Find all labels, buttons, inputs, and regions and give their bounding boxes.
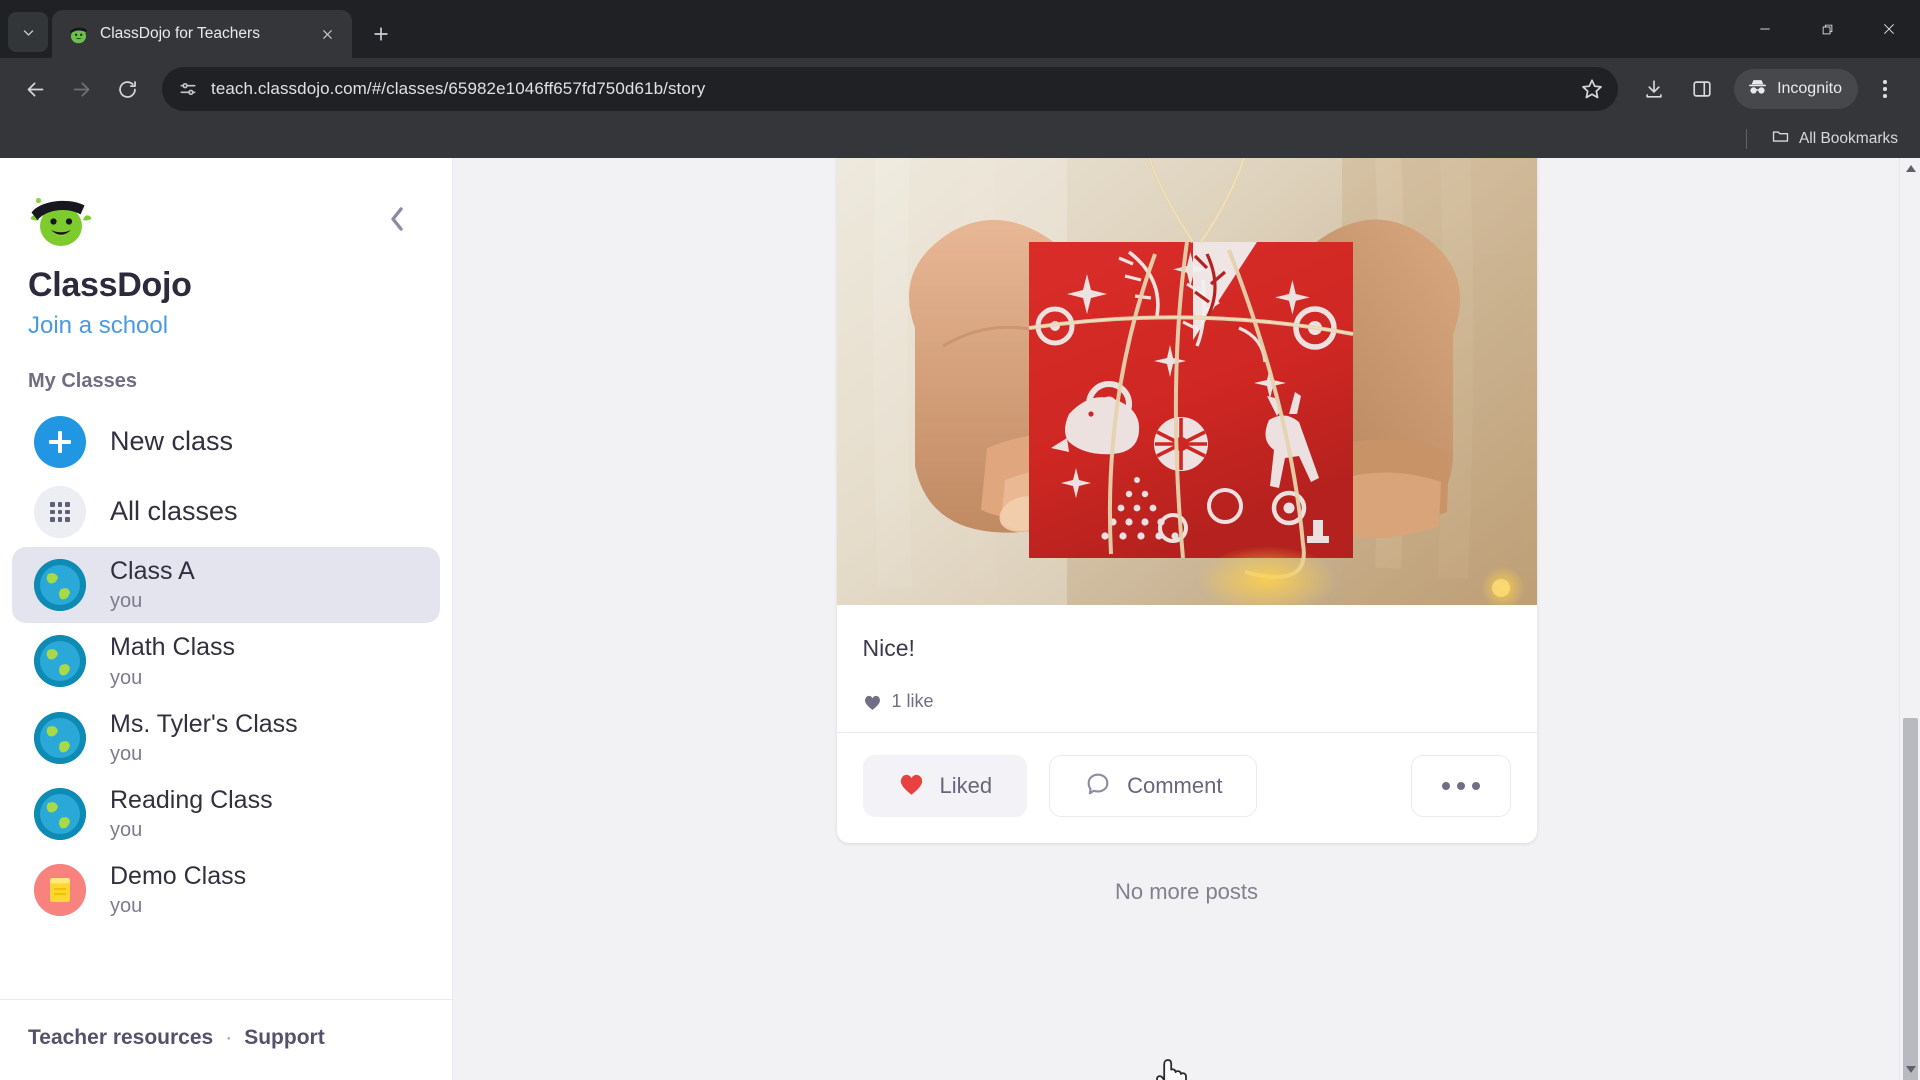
sidebar-item-class-a[interactable]: Class A you [12,547,440,624]
incognito-spy-icon [1746,75,1769,103]
download-icon[interactable] [1632,67,1676,111]
sidebar-item-label: New class [110,426,234,457]
sidebar-item-math-class[interactable]: Math Class you [12,623,440,699]
post-body: Nice! 1 like [837,605,1537,732]
globe-avatar-icon [34,635,86,688]
my-classes-label: My Classes [28,370,137,392]
site-settings-icon[interactable] [178,79,198,99]
sidebar-item-sublabel: you [110,819,143,841]
more-options-button[interactable] [1410,755,1511,818]
all-bookmarks-label: All Bookmarks [1798,130,1898,147]
reload-button[interactable] [106,68,148,110]
all-bookmarks-button[interactable]: All Bookmarks [1763,122,1906,156]
support-link[interactable]: Support [244,1026,324,1050]
sidebar-item-label: Math Class [110,633,236,662]
sidebar-item-label: Class A [110,557,195,585]
browser-window: ClassDojo for Teachers teach.classdojo.c… [0,0,1920,1080]
sidebar-item-label: All classes [110,496,238,527]
comment-button-label: Comment [1127,773,1223,799]
page-scrollbar[interactable] [1899,158,1920,1080]
likes-count-label: 1 like [891,691,934,712]
plus-icon [34,416,86,468]
scroll-up-arrow-icon[interactable] [1900,158,1920,179]
class-story-feed: Nice! 1 like Liked Comment No more posts [453,158,1920,1080]
story-post-card: Nice! 1 like Liked Comment [836,158,1537,844]
sidebar-brand: ClassDojo [28,266,192,304]
notebook-avatar-icon [34,864,86,917]
sidebar-header: ClassDojo Join a school My Classes [0,158,452,393]
sidebar-item-ms-tylers-class[interactable]: Ms. Tyler's Class you [12,700,440,776]
sidebar-item-label: Ms. Tyler's Class [110,709,298,738]
folder-icon [1771,127,1790,151]
classdojo-monster-logo [28,192,94,252]
sidebar-item-new-class[interactable]: New class [12,407,440,477]
end-of-feed-label: No more posts [1114,879,1259,905]
footer-separator: · [225,1026,233,1049]
star-icon[interactable] [1580,77,1604,101]
sidebar-item-label: Demo Class [110,862,247,890]
classdojo-sidebar: ClassDojo Join a school My Classes New c… [0,158,453,1080]
grid-icon [34,486,86,538]
forward-button[interactable] [60,68,102,110]
browser-tab-classdojo[interactable]: ClassDojo for Teachers [52,10,352,58]
classdojo-monster-icon [68,24,89,45]
sidebar-footer: Teacher resources · Support [0,999,452,1080]
like-button[interactable]: Liked [862,755,1028,818]
scroll-down-arrow-icon[interactable] [1900,1059,1920,1080]
post-caption: Nice! [862,635,915,661]
incognito-label: Incognito [1777,80,1842,97]
class-list: New class All classes Class A you Math C… [0,407,452,999]
bookmarks-bar: All Bookmarks [0,120,1920,158]
three-dots-icon [1441,782,1450,791]
page-viewport: ClassDojo Join a school My Classes New c… [0,158,1920,1080]
globe-avatar-icon [34,787,86,840]
post-likes[interactable]: 1 like [863,691,1511,712]
address-bar[interactable]: teach.classdojo.com/#/classes/65982e1046… [162,67,1619,111]
sidebar-item-label: Reading Class [110,785,273,814]
chevron-left-icon[interactable] [378,200,416,238]
comment-button[interactable]: Comment [1049,755,1258,818]
close-window-icon[interactable] [1858,0,1920,58]
heart-filled-icon [863,693,882,711]
back-button[interactable] [14,68,56,110]
new-tab-button[interactable] [362,15,400,53]
sidebar-item-sublabel: you [110,895,143,918]
url-text[interactable]: teach.classdojo.com/#/classes/65982e1046… [211,79,1567,99]
restore-icon[interactable] [1796,0,1858,58]
tab-close-icon[interactable] [314,21,340,47]
sidebar-item-sublabel: you [110,590,143,613]
scrollbar-thumb[interactable] [1903,718,1918,1080]
speech-bubble-icon [1084,770,1112,803]
tab-search-icon[interactable] [8,12,48,52]
mouse-cursor [1156,1058,1190,1080]
join-school-link[interactable]: Join a school [28,312,452,340]
heart-red-icon [898,771,925,801]
post-actions: Liked Comment [836,732,1537,843]
tab-strip: ClassDojo for Teachers [0,0,1920,58]
browser-toolbar: teach.classdojo.com/#/classes/65982e1046… [0,58,1920,120]
sidebar-item-all-classes[interactable]: All classes [12,477,440,547]
side-panel-icon[interactable] [1680,67,1724,111]
incognito-indicator[interactable]: Incognito [1734,69,1858,109]
globe-avatar-icon [34,559,86,612]
sidebar-item-demo-class[interactable]: Demo Class you [12,852,440,928]
tab-title: ClassDojo for Teachers [100,25,260,42]
sidebar-item-sublabel: you [110,666,143,689]
post-image[interactable] [836,158,1537,605]
window-controls [1734,0,1920,58]
bookmarks-divider [1745,129,1747,149]
three-dot-menu-icon[interactable] [1864,68,1906,110]
sidebar-item-reading-class[interactable]: Reading Class you [12,776,440,852]
globe-avatar-icon [34,711,86,764]
minimize-icon[interactable] [1734,0,1796,58]
like-button-label: Liked [939,773,993,799]
sidebar-item-sublabel: you [110,742,143,765]
teacher-resources-link[interactable]: Teacher resources [28,1026,213,1050]
